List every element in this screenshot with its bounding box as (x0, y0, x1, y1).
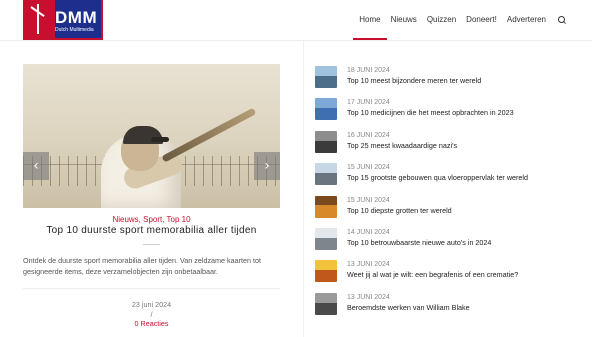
featured-meta-separator: / (150, 310, 153, 319)
nav-quizzen[interactable]: Quizzen (427, 0, 456, 40)
logo-text: DMM (55, 8, 98, 27)
search-icon[interactable] (558, 16, 566, 24)
baseball-bat (161, 107, 257, 163)
post-date: 16 JUNI 2024 (347, 131, 390, 139)
featured-title[interactable]: Top 10 duurste sport memorabilia aller t… (23, 225, 280, 236)
post-title[interactable]: Beroemdste werken van William Blake (347, 303, 470, 312)
post-thumbnail[interactable] (315, 163, 337, 186)
list-item[interactable]: 15 JUNI 2024 Top 10 diepste grotten ter … (315, 194, 575, 226)
thumbnail-ground (315, 173, 337, 186)
post-thumbnail[interactable] (315, 292, 337, 315)
thumbnail-ground (315, 205, 337, 218)
thumbnail-ground (315, 75, 337, 88)
post-thumbnail[interactable] (315, 130, 337, 153)
slider-prev-button[interactable]: ‹ (23, 152, 49, 180)
featured-image[interactable] (23, 64, 280, 208)
featured-categories[interactable]: Nieuws, Sport, Top 10 (23, 215, 280, 224)
post-title[interactable]: Top 15 grootste gebouwen qua vloeropperv… (347, 173, 528, 182)
post-title[interactable]: Top 10 diepste grotten ter wereld (347, 206, 452, 215)
list-item[interactable]: 14 JUNI 2024 Top 10 betrouwbaarste nieuw… (315, 226, 575, 258)
list-item[interactable]: 13 JUNI 2024 Beroemdste werken van Willi… (315, 291, 575, 323)
nav-nieuws[interactable]: Nieuws (391, 0, 417, 40)
post-date: 14 JUNI 2024 (347, 228, 390, 236)
list-item[interactable]: 17 JUNI 2024 Top 10 medicijnen die het m… (315, 96, 575, 128)
nav-home[interactable]: Home (353, 0, 388, 40)
post-thumbnail[interactable] (315, 195, 337, 218)
post-title[interactable]: Top 25 meest kwaadaardige nazi's (347, 141, 457, 150)
thumbnail-ground (315, 140, 337, 153)
post-date: 13 JUNI 2024 (347, 261, 390, 269)
nav-adverteren[interactable]: Adverteren (507, 0, 546, 40)
post-date: 15 JUNI 2024 (347, 196, 390, 204)
player-cap-brim (151, 137, 169, 142)
thumbnail-ground (315, 302, 337, 315)
site-logo[interactable]: DMM Dutch Multimedia (23, 0, 103, 40)
list-item[interactable]: 15 JUNI 2024 Top 15 grootste gebouwen qu… (315, 161, 575, 193)
header-divider (0, 40, 592, 41)
list-item[interactable]: 13 JUNI 2024 Weet jij al wat je wilt: ee… (315, 258, 575, 290)
featured-date: 23 juni 2024 (131, 300, 172, 309)
post-thumbnail[interactable] (315, 98, 337, 121)
main-nav: Home Nieuws Quizzen Doneert! Adverteren (349, 0, 566, 40)
featured-separator (143, 244, 160, 245)
post-title[interactable]: Top 10 medicijnen die het meest opbracht… (347, 108, 514, 117)
post-date: 15 JUNI 2024 (347, 164, 390, 172)
post-date: 13 JUNI 2024 (347, 293, 390, 301)
thumbnail-ground (315, 270, 337, 283)
post-thumbnail[interactable] (315, 260, 337, 283)
list-item[interactable]: 16 JUNI 2024 Top 25 meest kwaadaardige n… (315, 129, 575, 161)
featured-slider[interactable]: ‹ › (23, 64, 280, 208)
nav-doneert[interactable]: Doneert! (466, 0, 497, 40)
thumbnail-ground (315, 237, 337, 250)
post-title[interactable]: Top 10 meest bijzondere meren ter wereld (347, 76, 481, 85)
list-item[interactable]: 18 JUNI 2024 Top 10 meest bijzondere mer… (315, 64, 575, 96)
post-date: 17 JUNI 2024 (347, 99, 390, 107)
site-header: DMM Dutch Multimedia Home Nieuws Quizzen… (0, 0, 592, 40)
featured-rule (23, 288, 280, 289)
post-thumbnail[interactable] (315, 227, 337, 250)
post-title[interactable]: Top 10 betrouwbaarste nieuwe auto's in 2… (347, 238, 491, 247)
post-thumbnail[interactable] (315, 66, 337, 88)
post-date: 18 JUNI 2024 (347, 67, 390, 74)
logo-subtitle: Dutch Multimedia (55, 27, 94, 33)
featured-excerpt: Ontdek de duurste sport memorabilia alle… (23, 256, 261, 276)
featured-comments-link[interactable]: 0 Reacties (23, 319, 280, 328)
logo-windmill-panel (25, 0, 55, 38)
post-title[interactable]: Weet jij al wat je wilt: een begrafenis … (347, 270, 518, 279)
slider-next-button[interactable]: › (254, 152, 280, 180)
thumbnail-ground (315, 108, 337, 121)
column-divider (303, 41, 304, 337)
recent-posts-list: 18 JUNI 2024 Top 10 meest bijzondere mer… (315, 64, 575, 323)
